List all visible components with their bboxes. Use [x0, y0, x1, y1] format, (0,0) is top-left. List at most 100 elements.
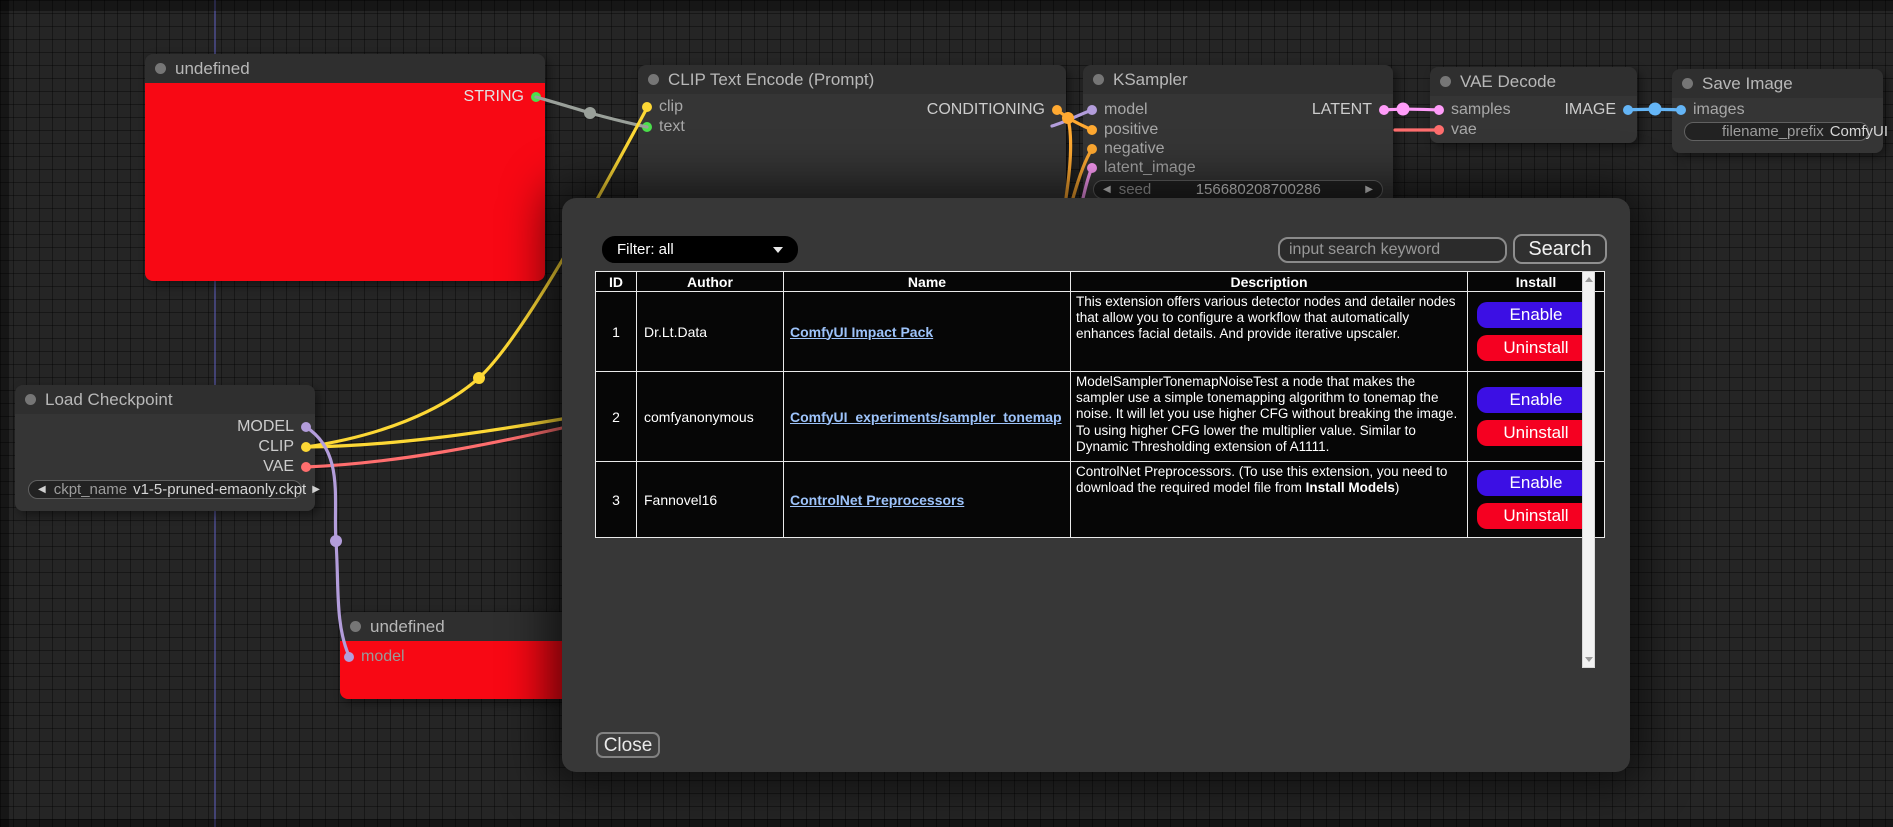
- output-dot[interactable]: [531, 92, 541, 102]
- slot-label: images: [1693, 101, 1745, 119]
- scroll-down-arrow-icon[interactable]: [1585, 657, 1593, 662]
- slot-label: text: [659, 118, 685, 136]
- output-dot[interactable]: [1623, 105, 1633, 115]
- widget-name: filename_prefix: [1722, 123, 1824, 140]
- extension-row: 3Fannovel16ControlNet PreprocessorsContr…: [596, 462, 1605, 538]
- decrement-arrow-icon[interactable]: ◀: [1103, 185, 1111, 195]
- output-slot-clip[interactable]: CLIP: [258, 437, 311, 457]
- node-collapse-dot-icon[interactable]: [648, 74, 659, 85]
- input-slot-images[interactable]: images: [1676, 100, 1745, 120]
- input-slot-model[interactable]: model: [1087, 100, 1148, 120]
- node-body: STRING: [145, 83, 545, 281]
- output-slot-vae[interactable]: VAE: [263, 457, 311, 477]
- extension-link[interactable]: ControlNet Preprocessors: [790, 492, 964, 508]
- widget-value: v1-5-pruned-emaonly.ckpt: [127, 481, 312, 498]
- input-slot-positive[interactable]: positive: [1087, 120, 1158, 140]
- column-header-id: ID: [596, 272, 637, 292]
- enable-button[interactable]: Enable: [1477, 302, 1595, 328]
- search-button[interactable]: Search: [1513, 234, 1607, 264]
- node-body: MODEL CLIP VAE ◀ ckpt_name v1-5-pruned-e…: [15, 414, 315, 511]
- extension-link[interactable]: ComfyUI Impact Pack: [790, 324, 933, 340]
- node-title-bar[interactable]: Save Image: [1672, 69, 1883, 98]
- output-slot-conditioning[interactable]: CONDITIONING: [927, 100, 1062, 120]
- node-title: undefined: [370, 617, 445, 637]
- slot-label: latent_image: [1104, 159, 1196, 177]
- input-slot-vae[interactable]: vae: [1434, 120, 1477, 140]
- input-dot[interactable]: [344, 652, 354, 662]
- output-slot-model[interactable]: MODEL: [237, 417, 311, 437]
- node-title-bar[interactable]: Load Checkpoint: [15, 385, 315, 414]
- node-undefined-top[interactable]: undefined STRING: [145, 54, 545, 281]
- input-slot-model[interactable]: model: [344, 647, 405, 667]
- close-button[interactable]: Close: [596, 732, 660, 758]
- node-save-image[interactable]: Save Image images filename_prefix ComfyU…: [1672, 69, 1883, 153]
- input-dot[interactable]: [1087, 125, 1097, 135]
- extension-row: 2comfyanonymousComfyUI_experiments/sampl…: [596, 372, 1605, 462]
- input-dot[interactable]: [1087, 163, 1097, 173]
- scroll-up-arrow-icon[interactable]: [1585, 277, 1593, 282]
- vertical-scrollbar[interactable]: [1582, 271, 1595, 668]
- node-collapse-dot-icon[interactable]: [350, 621, 361, 632]
- search-input[interactable]: [1278, 237, 1507, 263]
- input-slot-text[interactable]: text: [642, 117, 685, 137]
- node-title-bar[interactable]: VAE Decode: [1430, 67, 1637, 96]
- enable-button[interactable]: Enable: [1477, 387, 1595, 413]
- canvas-edge-left: [0, 0, 9, 827]
- increment-arrow-icon[interactable]: ▶: [1365, 185, 1373, 195]
- uninstall-button[interactable]: Uninstall: [1477, 503, 1595, 529]
- output-slot-image[interactable]: IMAGE: [1564, 100, 1633, 120]
- output-dot[interactable]: [301, 422, 311, 432]
- ckpt-name-widget[interactable]: ◀ ckpt_name v1-5-pruned-emaonly.ckpt ▶: [28, 480, 302, 499]
- decrement-arrow-icon[interactable]: ◀: [38, 485, 46, 495]
- extension-row: 1Dr.Lt.DataComfyUI Impact PackThis exten…: [596, 292, 1605, 372]
- input-dot[interactable]: [642, 102, 652, 112]
- output-dot[interactable]: [301, 462, 311, 472]
- output-dot[interactable]: [1052, 105, 1062, 115]
- input-slot-latent-image[interactable]: latent_image: [1087, 158, 1196, 178]
- output-slot-string[interactable]: STRING: [464, 87, 541, 107]
- extension-table: ID Author Name Description Install 1Dr.L…: [595, 271, 1605, 538]
- input-dot[interactable]: [1434, 125, 1444, 135]
- extension-name: ComfyUI_experiments/sampler_tonemap: [784, 372, 1071, 462]
- output-slot-latent[interactable]: LATENT: [1312, 100, 1389, 120]
- node-collapse-dot-icon[interactable]: [1440, 76, 1451, 87]
- node-collapse-dot-icon[interactable]: [155, 63, 166, 74]
- input-slot-samples[interactable]: samples: [1434, 100, 1511, 120]
- node-vae-decode[interactable]: VAE Decode samples vae IMAGE: [1430, 67, 1637, 143]
- uninstall-button[interactable]: Uninstall: [1477, 420, 1595, 446]
- extension-id: 1: [596, 292, 637, 372]
- seed-widget[interactable]: ◀ seed 156680208700286 ▶: [1093, 180, 1383, 199]
- node-collapse-dot-icon[interactable]: [25, 394, 36, 405]
- input-dot[interactable]: [1087, 105, 1097, 115]
- extension-link[interactable]: ComfyUI_experiments/sampler_tonemap: [790, 409, 1062, 425]
- node-title: undefined: [175, 59, 250, 79]
- slot-label: vae: [1451, 121, 1477, 139]
- input-slot-clip[interactable]: clip: [642, 97, 683, 117]
- output-dot[interactable]: [301, 442, 311, 452]
- input-dot[interactable]: [1087, 144, 1097, 154]
- node-load-checkpoint[interactable]: Load Checkpoint MODEL CLIP VAE ◀ ckpt_na…: [15, 385, 315, 511]
- node-title-bar[interactable]: CLIP Text Encode (Prompt): [638, 65, 1066, 94]
- input-dot[interactable]: [642, 122, 652, 132]
- node-title-bar[interactable]: undefined: [145, 54, 545, 83]
- extension-table-container: ID Author Name Description Install 1Dr.L…: [595, 271, 1595, 668]
- slot-label: clip: [659, 98, 683, 116]
- input-dot[interactable]: [1676, 105, 1686, 115]
- extension-name: ControlNet Preprocessors: [784, 462, 1071, 538]
- input-dot[interactable]: [1434, 105, 1444, 115]
- uninstall-button[interactable]: Uninstall: [1477, 335, 1595, 361]
- node-collapse-dot-icon[interactable]: [1682, 78, 1693, 89]
- node-title-bar[interactable]: KSampler: [1083, 65, 1393, 94]
- input-slot-negative[interactable]: negative: [1087, 139, 1165, 159]
- filename-prefix-widget[interactable]: filename_prefix ComfyUI: [1684, 122, 1869, 141]
- filter-select[interactable]: Filter: all: [602, 236, 798, 263]
- extension-name: ComfyUI Impact Pack: [784, 292, 1071, 372]
- extension-description: ControlNet Preprocessors. (To use this e…: [1071, 462, 1468, 538]
- widget-name: ckpt_name: [54, 481, 127, 498]
- enable-button[interactable]: Enable: [1477, 470, 1595, 496]
- widget-value: ComfyUI: [1824, 123, 1893, 140]
- increment-arrow-icon[interactable]: ▶: [312, 485, 320, 495]
- chevron-down-icon: [773, 247, 783, 253]
- output-dot[interactable]: [1379, 105, 1389, 115]
- node-collapse-dot-icon[interactable]: [1093, 74, 1104, 85]
